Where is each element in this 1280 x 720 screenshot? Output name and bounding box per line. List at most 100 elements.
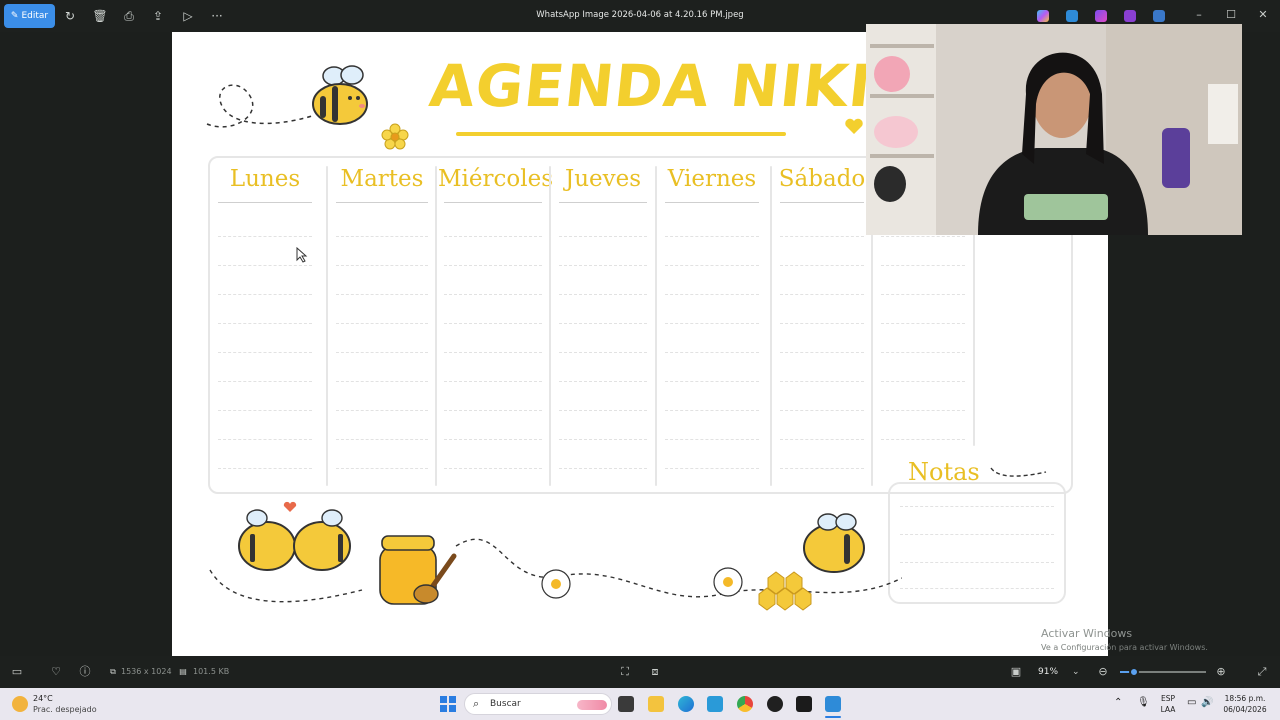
fit-to-screen-icon[interactable]: ⛶ bbox=[618, 665, 632, 679]
write-line bbox=[665, 468, 759, 469]
webcam-overlay bbox=[866, 24, 1242, 235]
write-line bbox=[665, 439, 759, 440]
day-underline bbox=[336, 202, 428, 203]
clipchamp-icon[interactable] bbox=[1095, 10, 1107, 22]
microphone-icon[interactable]: 🎙 bbox=[1137, 697, 1150, 708]
weather-description[interactable]: Prac. despejado bbox=[33, 705, 97, 714]
notes-line bbox=[900, 506, 1054, 507]
github-icon[interactable] bbox=[767, 696, 783, 712]
write-line bbox=[881, 265, 965, 266]
file-explorer-icon[interactable] bbox=[648, 696, 664, 712]
write-line bbox=[881, 410, 965, 411]
write-line bbox=[559, 381, 647, 382]
write-line bbox=[444, 352, 542, 353]
write-line bbox=[559, 468, 647, 469]
write-line bbox=[665, 381, 759, 382]
status-bar: ▭ ♡ ⓘ ⧉ 1536 x 1024 ▤ 101.5 KB ⛶ ⧈ ▣ 91%… bbox=[0, 656, 1280, 688]
bottom-bee-decoration bbox=[209, 501, 902, 611]
info-icon[interactable]: ⓘ bbox=[78, 665, 92, 679]
dashed-swirl-decoration bbox=[990, 467, 1047, 477]
photos-icon[interactable] bbox=[825, 696, 841, 712]
write-line bbox=[444, 468, 542, 469]
write-line bbox=[336, 468, 428, 469]
daisy-icon bbox=[541, 569, 571, 599]
active-app-indicator bbox=[825, 716, 841, 718]
write-line bbox=[336, 439, 428, 440]
write-line bbox=[881, 236, 965, 237]
day-label: Miércoles bbox=[438, 166, 554, 192]
honey-jar-icon bbox=[379, 535, 457, 605]
write-line bbox=[218, 294, 312, 295]
minimize-icon[interactable]: – bbox=[1191, 7, 1207, 23]
dimensions-icon: ⧉ bbox=[110, 667, 116, 676]
language-indicator[interactable]: ESP bbox=[1158, 694, 1178, 703]
edge-icon[interactable] bbox=[678, 696, 694, 712]
write-line bbox=[444, 439, 542, 440]
ocr-scan-icon[interactable]: ⧈ bbox=[648, 665, 662, 679]
write-line bbox=[665, 352, 759, 353]
video-editor-icon[interactable] bbox=[1124, 10, 1136, 22]
task-view-icon[interactable] bbox=[618, 696, 634, 712]
network-icon[interactable]: ▭ bbox=[1187, 697, 1196, 708]
daisy-icon bbox=[713, 567, 743, 597]
title-underline bbox=[456, 132, 786, 136]
activation-watermark-title: Activar Windows bbox=[1041, 627, 1133, 640]
write-line bbox=[444, 265, 542, 266]
zoom-dropdown[interactable]: 91% ⌄ bbox=[1030, 662, 1090, 682]
day-column-lunes: Lunes bbox=[212, 166, 318, 484]
day-label: Sábado bbox=[778, 166, 866, 192]
bee-pair-icon bbox=[238, 501, 351, 571]
write-line bbox=[559, 410, 647, 411]
column-separator bbox=[549, 166, 551, 486]
windows-start-icon[interactable] bbox=[440, 696, 456, 712]
write-line bbox=[336, 323, 428, 324]
write-line bbox=[336, 381, 428, 382]
write-line bbox=[881, 439, 965, 440]
notes-line bbox=[900, 534, 1054, 535]
actual-size-icon[interactable]: ▣ bbox=[1009, 665, 1023, 679]
write-line bbox=[559, 323, 647, 324]
zoom-in-icon[interactable]: ⊕ bbox=[1214, 665, 1228, 679]
store-icon[interactable] bbox=[707, 696, 723, 712]
write-line bbox=[336, 265, 428, 266]
fullscreen-icon[interactable]: ⤢ bbox=[1255, 665, 1269, 679]
write-line bbox=[881, 323, 965, 324]
bee-icon bbox=[803, 513, 865, 573]
close-icon[interactable]: ✕ bbox=[1255, 7, 1271, 23]
weather-temperature[interactable]: 24°C bbox=[33, 694, 53, 703]
maximize-icon[interactable]: ☐ bbox=[1223, 7, 1239, 23]
photos-editor-icon[interactable] bbox=[1066, 10, 1078, 22]
write-line bbox=[444, 294, 542, 295]
write-line bbox=[336, 294, 428, 295]
file-size-icon: ▤ bbox=[179, 667, 187, 676]
day-column-miercoles: Miércoles bbox=[438, 166, 554, 484]
favorite-heart-icon[interactable]: ♡ bbox=[49, 665, 63, 679]
day-label: Martes bbox=[340, 166, 424, 192]
write-line bbox=[218, 468, 312, 469]
zoom-slider-thumb[interactable] bbox=[1128, 667, 1139, 677]
chrome-icon[interactable] bbox=[737, 696, 753, 712]
write-line bbox=[780, 294, 864, 295]
designer-icon[interactable] bbox=[1153, 10, 1165, 22]
clock-date[interactable]: 06/04/2026 bbox=[1219, 705, 1271, 714]
weather-icon[interactable] bbox=[12, 696, 28, 712]
copilot-icon[interactable] bbox=[1037, 10, 1049, 22]
flower-icon bbox=[381, 123, 409, 150]
taskbar-search[interactable]: ⌕ Buscar bbox=[464, 693, 612, 715]
day-underline bbox=[780, 202, 864, 203]
write-line bbox=[665, 236, 759, 237]
write-line bbox=[559, 294, 647, 295]
filmstrip-icon[interactable]: ▭ bbox=[10, 665, 24, 679]
chevron-up-icon[interactable]: ⌃ bbox=[1114, 697, 1122, 708]
write-line bbox=[444, 410, 542, 411]
clock-time[interactable]: 18:56 p.m. bbox=[1219, 694, 1271, 703]
zoom-slider[interactable] bbox=[1120, 667, 1206, 677]
zoom-out-icon[interactable]: ⊖ bbox=[1096, 665, 1110, 679]
recorder-icon[interactable] bbox=[796, 696, 812, 712]
day-label: Lunes bbox=[229, 166, 301, 192]
write-line bbox=[780, 352, 864, 353]
keyboard-layout[interactable]: LAA bbox=[1158, 705, 1178, 714]
bee-icon bbox=[312, 65, 368, 125]
volume-icon[interactable]: 🔊 bbox=[1201, 697, 1213, 708]
write-line bbox=[559, 236, 647, 237]
